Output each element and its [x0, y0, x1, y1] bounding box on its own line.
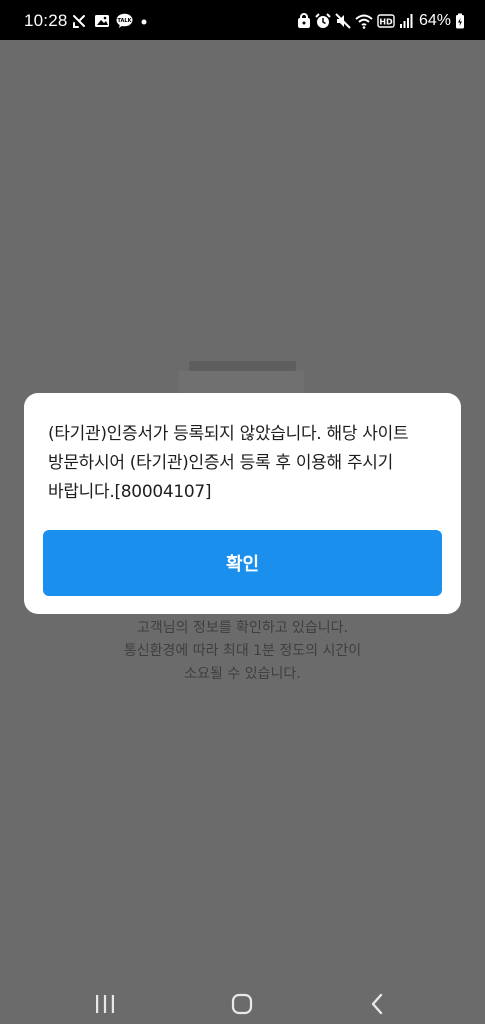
loading-line: 고객님의 정보를 확인하고 있습니다.	[137, 620, 348, 636]
status-notification-icons: TALK	[72, 12, 149, 30]
dialog-message: (타기관)인증서가 등록되지 않았습니다. 해당 사이트 방문하시어 (타기관)…	[48, 420, 448, 507]
loading-line: 통신환경에 따라 최대 1분 정도의 시간이	[123, 643, 362, 659]
recent-apps-icon	[94, 994, 116, 1014]
dialog-message-line: 방문하시어 (타기관)인증서 등록 후 이용해 주시기	[48, 453, 393, 473]
talk-icon: TALK	[116, 13, 133, 29]
home-button[interactable]	[212, 984, 272, 1024]
loading-line: 소요될 수 있습니다.	[184, 666, 301, 682]
placeholder-bar	[189, 361, 296, 371]
confirm-button[interactable]: 확인	[43, 530, 442, 596]
status-bar: 10:28 TALK HD 64%	[0, 0, 485, 40]
mute-icon	[335, 13, 351, 29]
dialog-message-line: 바랍니다.[80004107]	[48, 482, 212, 502]
lock-icon	[297, 13, 311, 29]
talk-icon-label: TALK	[118, 18, 133, 24]
signal-icon	[399, 13, 413, 29]
dot-icon	[139, 13, 149, 29]
navigation-bar	[0, 984, 485, 1024]
recent-apps-button[interactable]	[75, 984, 135, 1024]
home-icon	[231, 993, 253, 1015]
alert-dialog: (타기관)인증서가 등록되지 않았습니다. 해당 사이트 방문하시어 (타기관)…	[24, 393, 461, 614]
battery-percent: 64%	[418, 12, 451, 29]
alarm-icon	[315, 13, 331, 29]
gallery-icon	[94, 13, 110, 29]
status-system-icons: HD 64%	[297, 11, 465, 31]
status-time: 10:28	[24, 11, 68, 30]
hd-icon-label: HD	[379, 18, 393, 27]
loading-message: 고객님의 정보를 확인하고 있습니다. 통신환경에 따라 최대 1분 정도의 시…	[0, 617, 485, 686]
back-icon	[369, 993, 385, 1015]
dialog-message-line: (타기관)인증서가 등록되지 않았습니다. 해당 사이트	[48, 424, 409, 444]
hd-icon: HD	[377, 13, 395, 29]
battery-icon	[455, 13, 465, 29]
wifi-icon	[355, 13, 373, 29]
back-button[interactable]	[347, 984, 407, 1024]
missed-call-icon	[72, 13, 88, 29]
